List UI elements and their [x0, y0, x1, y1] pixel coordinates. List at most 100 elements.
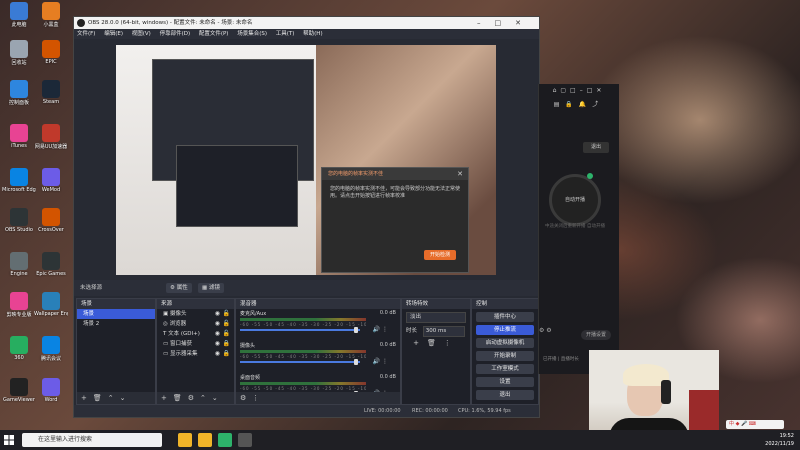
transition-select[interactable]: 淡出: [406, 312, 466, 323]
search-placeholder: 在这里输入进行搜索: [38, 436, 93, 443]
speaker-icon[interactable]: 🔊 ⋮: [373, 358, 388, 365]
plugin-center-button[interactable]: 插件中心: [476, 312, 534, 322]
obs-app-icon[interactable]: [198, 433, 212, 447]
desktop-icon[interactable]: 回收站: [2, 40, 36, 70]
stream-duration-label: 已开播 | 直播时长: [543, 357, 579, 362]
level-meter: [240, 318, 366, 321]
menu-profile[interactable]: 配置文件(P): [199, 31, 229, 37]
exit-button[interactable]: 退出: [583, 142, 609, 153]
windows-start-icon[interactable]: [4, 435, 14, 445]
menu-file[interactable]: 文件(F): [77, 31, 95, 37]
lock-icon[interactable]: 🔒: [223, 339, 230, 349]
toolbar-icons[interactable]: ▤🔒🔔⤴: [539, 98, 619, 112]
controls-title: 控制: [472, 299, 538, 309]
menu-scene-collection[interactable]: 场景集合(S): [237, 31, 267, 37]
sources-toolbar[interactable]: +🗑⚙⌃⌄: [157, 392, 234, 404]
virtual-camera-button[interactable]: 启动虚拟摄像机: [476, 338, 534, 348]
desktop-icon[interactable]: 360: [2, 336, 36, 366]
desktop-icon[interactable]: iTunes: [2, 124, 36, 154]
visibility-eye-icon[interactable]: ◉: [215, 339, 220, 349]
taskbar-search[interactable]: 在这里输入进行搜索: [22, 433, 162, 447]
system-clock[interactable]: 19:52 2022/11/19: [765, 432, 794, 448]
app-icon: [10, 80, 28, 98]
desktop-icon[interactable]: 剪映专业版: [2, 292, 36, 322]
top-icons[interactable]: ⌂▢□–□✕: [539, 84, 619, 98]
source-item[interactable]: ▭ 显示器采集 ◉ 🔒: [157, 349, 234, 359]
clock-time: 19:52: [779, 433, 794, 439]
menu-view[interactable]: 视图(V): [132, 31, 151, 37]
stream-settings-button[interactable]: 开播设置: [581, 330, 611, 340]
streaming-assistant-panel: ⌂▢□–□✕ ▤🔒🔔⤴ 退出 自动开播 中途关闭后重新开播 自动开播 ⚙ ⚙ 开…: [538, 84, 619, 374]
auto-start-button[interactable]: 自动开播: [549, 174, 601, 226]
desktop-icon[interactable]: Wallpaper Engine: [34, 292, 68, 322]
filters-button[interactable]: ▦ 滤镜: [198, 283, 224, 293]
level-meter: [240, 382, 366, 385]
exit-button[interactable]: 退出: [476, 390, 534, 400]
desktop-icon[interactable]: 此电脑: [2, 2, 36, 32]
properties-button[interactable]: ⚙ 属性: [166, 283, 192, 293]
visibility-eye-icon[interactable]: ◉: [215, 329, 220, 339]
settings-button[interactable]: 设置: [476, 377, 534, 387]
studio-mode-button[interactable]: 工作室模式: [476, 364, 534, 374]
menu-docks[interactable]: 停靠部件(D): [160, 31, 191, 37]
menu-bar[interactable]: 文件(F) 编辑(E) 视图(V) 停靠部件(D) 配置文件(P) 场景集合(S…: [74, 29, 539, 39]
app-icon: [42, 336, 60, 354]
mixer-channel: 麦克风/Aux 0.0 dB -60 -55 -50 -45 -40 -35 -…: [236, 309, 400, 341]
source-item[interactable]: ◎ 浏览器 ◉ 🔓: [157, 319, 234, 329]
visibility-eye-icon[interactable]: ◉: [215, 349, 220, 359]
scene-item[interactable]: 场景: [77, 309, 155, 319]
transition-actions[interactable]: +🗑⋮: [406, 339, 466, 347]
desktop-icon[interactable]: Epic Games: [34, 252, 68, 282]
lock-icon[interactable]: 🔓: [223, 309, 230, 319]
desktop-icon[interactable]: EPIC: [34, 40, 68, 70]
desktop-icon[interactable]: 控制面板: [2, 80, 36, 110]
obs-studio-app-icon[interactable]: [238, 433, 252, 447]
wechat-app-icon[interactable]: [218, 433, 232, 447]
volume-knob[interactable]: [354, 327, 358, 333]
dialog-close-icon[interactable]: ✕: [457, 170, 463, 178]
stop-streaming-button[interactable]: 停止推流: [476, 325, 534, 335]
volume-slider[interactable]: [240, 361, 360, 363]
source-item[interactable]: T 文本 (GDI+) ◉ 🔓: [157, 329, 234, 339]
mixer-title: 混音器: [236, 299, 400, 309]
lock-icon[interactable]: 🔓: [223, 329, 230, 339]
obs-titlebar[interactable]: OBS 28.0.0 (64-bit, windows) - 配置文件: 未命名…: [74, 17, 539, 29]
lock-icon[interactable]: 🔓: [223, 319, 230, 329]
obs-window[interactable]: OBS 28.0.0 (64-bit, windows) - 配置文件: 未命名…: [73, 16, 540, 418]
desktop-icon[interactable]: Steam: [34, 80, 68, 110]
desktop-icon[interactable]: 网易UU加速器: [34, 124, 68, 154]
desktop-icon[interactable]: OBS Studio: [2, 208, 36, 238]
desktop-icon[interactable]: 小黑盒: [34, 2, 68, 32]
source-item[interactable]: ▣ 摄像头 ◉ 🔓: [157, 309, 234, 319]
desktop-icon[interactable]: Word: [34, 378, 68, 408]
window-controls[interactable]: –□✕: [477, 17, 535, 29]
desktop-icon[interactable]: CrossOver: [34, 208, 68, 238]
frame-rate-dialog[interactable]: 您的电脑的帧率实测不佳 ✕ 您的电脑的帧率实测不佳，可能会导致部分功能无法正常使…: [321, 167, 469, 273]
menu-edit[interactable]: 编辑(E): [104, 31, 123, 37]
speaker-icon[interactable]: 🔊 ⋮: [373, 326, 388, 333]
lock-icon[interactable]: 🔒: [223, 349, 230, 359]
desktop-icon[interactable]: Microsoft Edge: [2, 168, 36, 198]
file-explorer-icon[interactable]: [178, 433, 192, 447]
start-recording-button[interactable]: 开始录制: [476, 351, 534, 361]
menu-tools[interactable]: 工具(T): [276, 31, 295, 37]
source-item[interactable]: ▭ 窗口捕获 ◉ 🔒: [157, 339, 234, 349]
menu-help[interactable]: 帮助(H): [303, 31, 322, 37]
desktop-icon[interactable]: 腾讯会议: [34, 336, 68, 366]
desktop-icon[interactable]: Engine: [2, 252, 36, 282]
desktop-icon[interactable]: GameViewer: [2, 378, 36, 408]
scenes-toolbar[interactable]: +🗑⌃⌄: [77, 392, 155, 404]
status-bar: LIVE: 00:00:00 REC: 00:00:00 CPU: 1.6%, …: [74, 405, 539, 417]
mixer-toolbar[interactable]: ⚙⋮: [236, 392, 400, 404]
volume-slider[interactable]: [240, 329, 360, 331]
visibility-eye-icon[interactable]: ◉: [215, 319, 220, 329]
desktop-icon[interactable]: WeMod: [34, 168, 68, 198]
app-icon: [42, 124, 60, 142]
volume-knob[interactable]: [354, 359, 358, 365]
visibility-eye-icon[interactable]: ◉: [215, 309, 220, 319]
duration-input[interactable]: 300 ms: [422, 326, 465, 337]
ime-toolbar[interactable]: 中 ◆ 🎤 ⌨: [726, 420, 784, 429]
start-check-button[interactable]: 开始检测: [424, 250, 456, 260]
scene-item[interactable]: 场景 2: [77, 319, 155, 329]
desktop-icon-label: 此电脑: [11, 22, 27, 28]
